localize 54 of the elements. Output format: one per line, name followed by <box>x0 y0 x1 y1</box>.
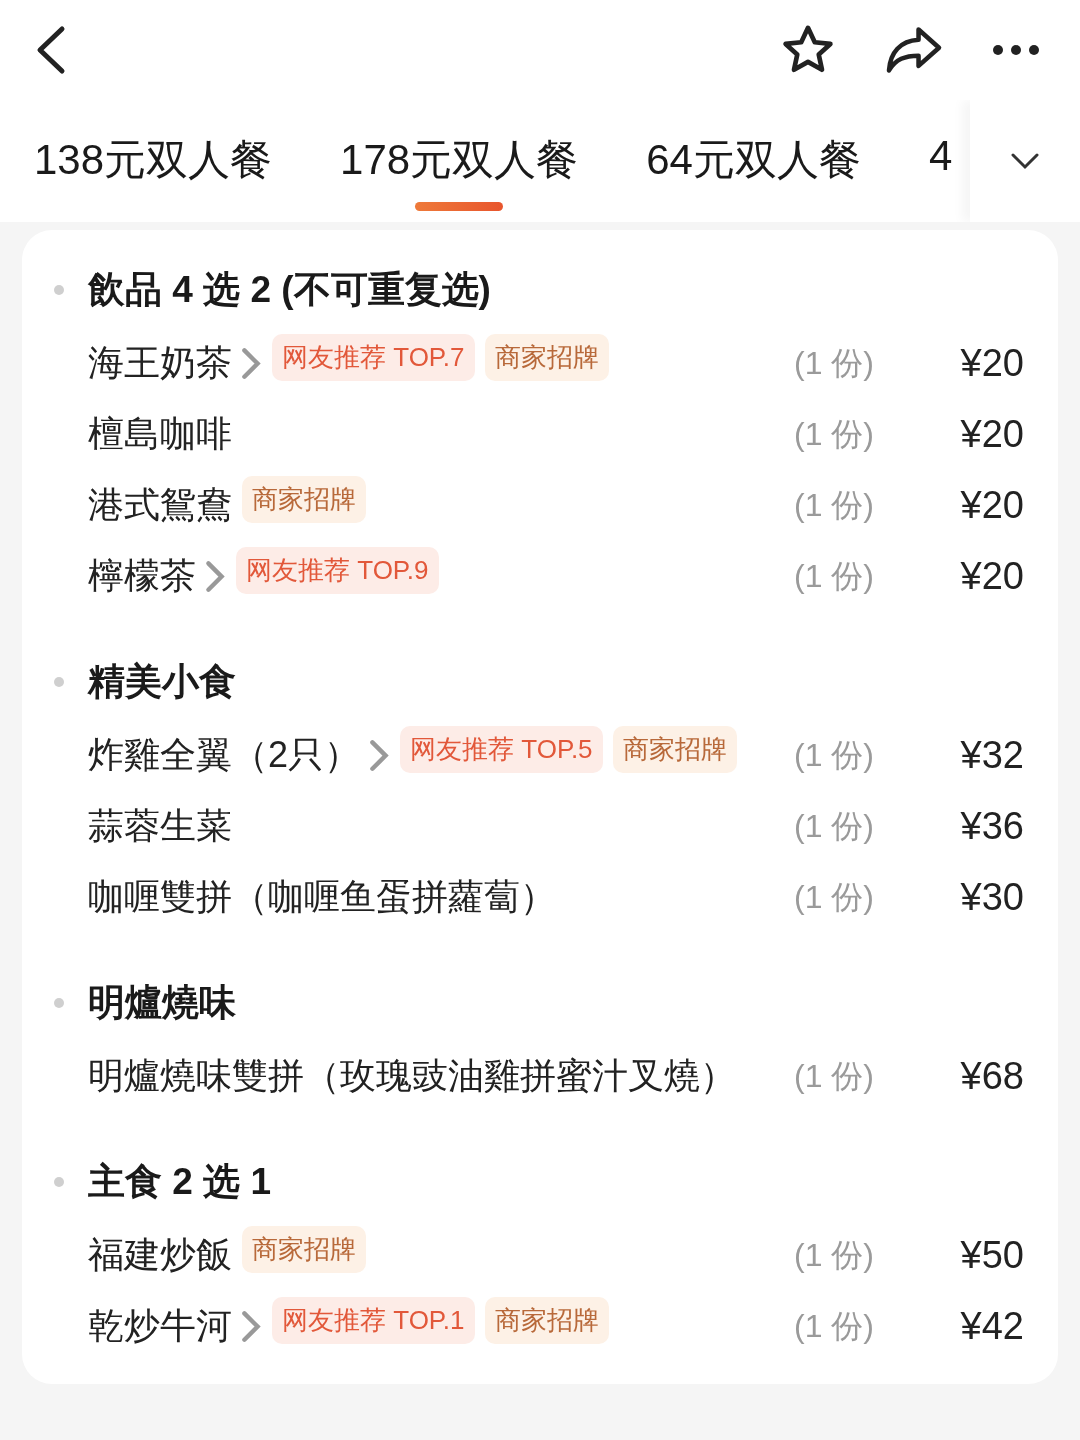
signature-tag: 商家招牌 <box>484 334 609 381</box>
price-label: ¥20 <box>959 484 1024 527</box>
dish-name: 咖喱雙拼（咖喱鱼蛋拼蘿蔔） <box>88 875 556 919</box>
quantity-label: (1 份) <box>794 414 875 454</box>
dish-name: 港式鴛鴦 <box>88 483 232 527</box>
quantity-label: (1 份) <box>794 485 875 525</box>
quantity-label: (1 份) <box>794 877 875 917</box>
quantity-label: (1 份) <box>794 1306 875 1346</box>
bullet-dot-icon <box>54 677 64 687</box>
ranking-tag: 网友推荐 TOP.5 <box>400 726 603 773</box>
signature-tag: 商家招牌 <box>612 726 737 773</box>
section-title: 主食 2 选 1 <box>88 1160 271 1204</box>
tab[interactable]: 178元双人餐 <box>340 100 579 211</box>
ranking-tag: 网友推荐 TOP.1 <box>272 1297 475 1344</box>
price-label: ¥20 <box>959 342 1024 385</box>
price-label: ¥36 <box>959 805 1024 848</box>
price-label: ¥50 <box>959 1234 1024 1277</box>
quantity-label: (1 份) <box>794 1056 875 1096</box>
dish-name: 福建炒飯 <box>88 1233 232 1277</box>
tab[interactable]: 138元双人餐 <box>34 100 273 188</box>
dish-name: 明爐燒味雙拼（玫瑰豉油雞拼蜜汁叉燒） <box>88 1054 736 1098</box>
price-label: ¥42 <box>959 1305 1024 1348</box>
quantity-label: (1 份) <box>794 1235 875 1275</box>
dish-name: 檸檬茶 <box>88 554 196 598</box>
dish-name: 檀島咖啡 <box>88 412 232 456</box>
quantity-label: (1 份) <box>794 343 875 383</box>
quantity-label: (1 份) <box>794 735 875 775</box>
price-label: ¥68 <box>959 1055 1024 1098</box>
dish-name: 乾炒牛河 <box>88 1304 232 1348</box>
dish-name: 海王奶茶 <box>88 341 232 385</box>
bullet-dot-icon <box>54 285 64 295</box>
signature-tag: 商家招牌 <box>242 1226 366 1273</box>
tab[interactable]: 64元双人餐 <box>646 100 861 188</box>
tab[interactable]: 4 <box>928 100 953 180</box>
bullet-dot-icon <box>54 998 64 1008</box>
bullet-dot-icon <box>54 1177 64 1187</box>
section-title: 精美小食 <box>88 660 236 704</box>
ranking-tag: 网友推荐 TOP.9 <box>236 547 439 594</box>
quantity-label: (1 份) <box>794 556 875 596</box>
signature-tag: 商家招牌 <box>242 476 366 523</box>
section-title: 飲品 4 选 2 (不可重复选) <box>88 268 491 312</box>
share-icon[interactable] <box>884 25 944 75</box>
more-icon[interactable] <box>992 44 1040 56</box>
price-label: ¥20 <box>959 413 1024 456</box>
price-label: ¥32 <box>959 734 1024 777</box>
chevron-down-icon[interactable] <box>1010 152 1040 170</box>
dish-name: 炸雞全翼（2只） <box>88 733 361 777</box>
price-label: ¥30 <box>959 876 1024 919</box>
ranking-tag: 网友推荐 TOP.7 <box>272 334 475 381</box>
price-label: ¥20 <box>959 555 1024 598</box>
section-title: 明爐燒味 <box>88 981 236 1025</box>
quantity-label: (1 份) <box>794 806 875 846</box>
dish-name: 蒜蓉生菜 <box>88 804 232 848</box>
signature-tag: 商家招牌 <box>484 1297 609 1344</box>
